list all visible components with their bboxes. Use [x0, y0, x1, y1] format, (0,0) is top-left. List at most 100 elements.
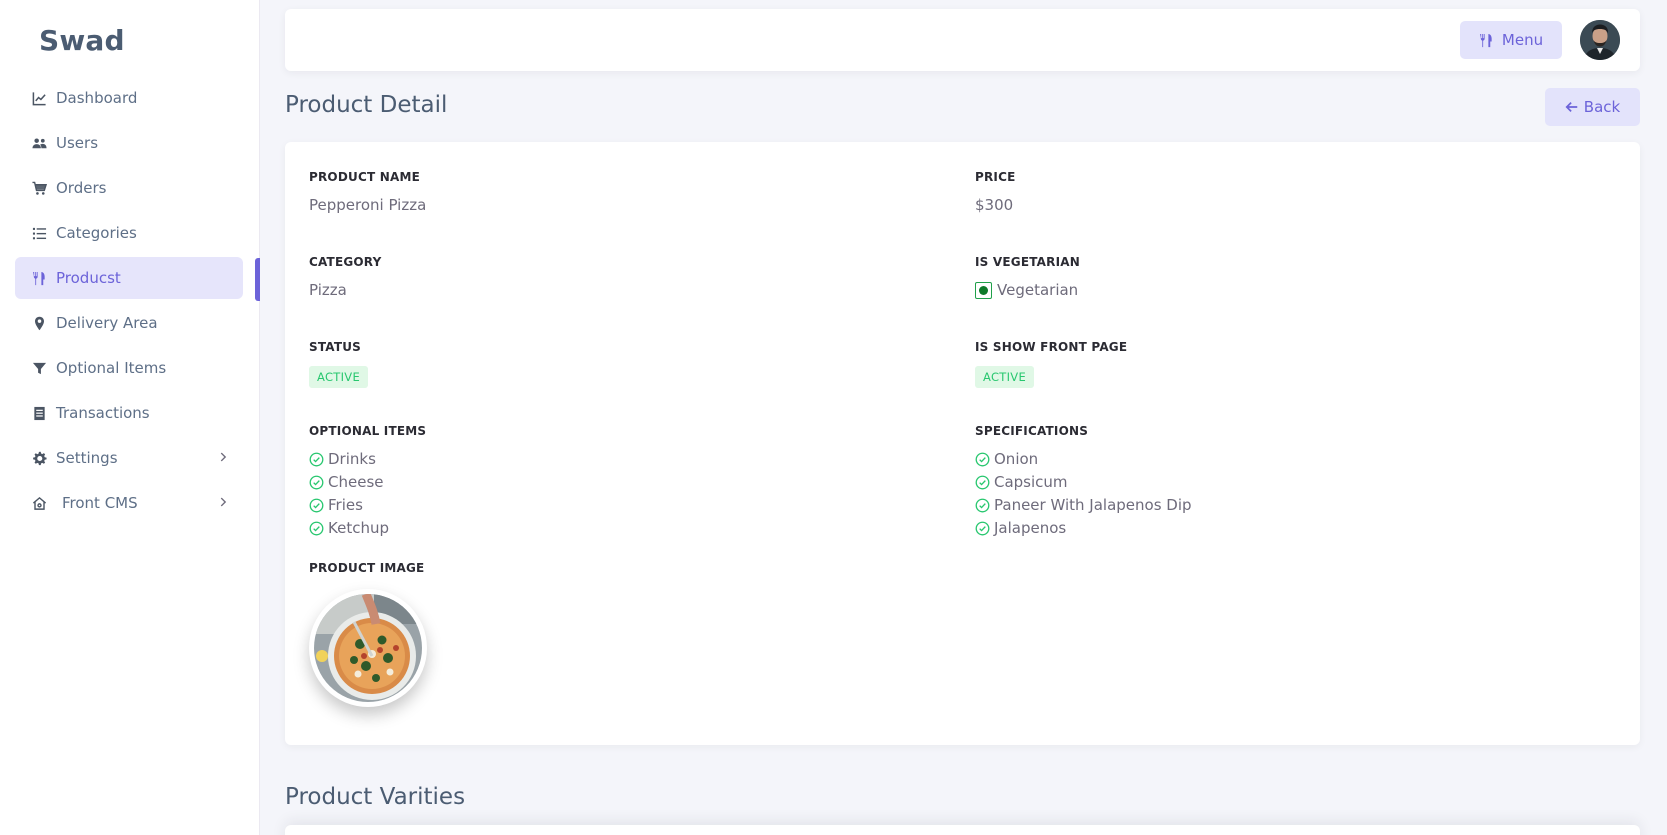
sidebar-item-label: Settings	[56, 449, 118, 467]
sidebar-item-transactions[interactable]: Transactions	[15, 392, 243, 434]
sidebar-item-label: Categories	[56, 224, 137, 242]
product-detail-card: PRODUCT NAME Pepperoni Pizza PRICE $300 …	[285, 142, 1640, 745]
specification-label: Capsicum	[994, 473, 1068, 491]
optional-item-label: Drinks	[328, 450, 376, 468]
list-item: Jalapenos	[975, 517, 1192, 540]
page-title: Product Detail	[285, 92, 448, 118]
optional-items-field: OPTIONAL ITEMS Drinks Cheese Fries Ketch…	[309, 424, 426, 540]
sidebar-item-front-cms[interactable]: Front CMS	[15, 482, 243, 524]
users-icon	[30, 134, 48, 152]
price-field: PRICE $300	[975, 170, 1016, 214]
avatar[interactable]	[1580, 20, 1620, 60]
avatar-image	[1580, 20, 1620, 60]
product-image[interactable]	[309, 589, 427, 707]
product-image-field: PRODUCT IMAGE	[309, 561, 427, 707]
utensils-icon	[1479, 33, 1492, 47]
specification-label: Jalapenos	[994, 519, 1067, 537]
price-value: $300	[975, 196, 1014, 214]
sidebar-item-delivery-area[interactable]: Delivery Area	[15, 302, 243, 344]
check-circle-icon	[975, 498, 990, 513]
field-label: PRODUCT NAME	[309, 170, 420, 184]
sidebar-item-label: Producst	[56, 269, 121, 287]
section-title: Product Varities	[285, 784, 466, 810]
optional-item-label: Ketchup	[328, 519, 389, 537]
optional-item-label: Cheese	[328, 473, 384, 491]
check-circle-icon	[309, 498, 324, 513]
specification-label: Paneer With Jalapenos Dip	[994, 496, 1192, 514]
list-item: Cheese	[309, 471, 426, 494]
optional-items-list: Drinks Cheese Fries Ketchup	[309, 448, 426, 540]
vegetarian-indicator: Vegetarian	[975, 281, 1080, 299]
field-label: PRICE	[975, 170, 1016, 184]
check-circle-icon	[975, 452, 990, 467]
check-circle-icon	[975, 521, 990, 536]
sidebar-item-users[interactable]: Users	[15, 122, 243, 164]
field-label: IS SHOW FRONT PAGE	[975, 340, 1128, 354]
sidebar-item-label: Front CMS	[62, 494, 138, 512]
map-pin-icon	[30, 314, 48, 332]
sidebar-item-orders[interactable]: Orders	[15, 167, 243, 209]
vegetarian-value: Vegetarian	[997, 281, 1079, 299]
sidebar-item-settings[interactable]: Settings	[15, 437, 243, 479]
sidebar-item-label: Users	[56, 134, 99, 152]
sidebar-item-optional-items[interactable]: Optional Items	[15, 347, 243, 389]
chevron-right-icon	[220, 452, 227, 462]
arrow-left-icon	[1565, 102, 1578, 112]
check-circle-icon	[309, 521, 324, 536]
optional-item-label: Fries	[328, 496, 363, 514]
cart-icon	[30, 179, 48, 197]
check-circle-icon	[975, 475, 990, 490]
list-item: Onion	[975, 448, 1192, 471]
sidebar: Swad Dashboard Users Orders Categories P…	[0, 0, 260, 835]
field-label: IS VEGETARIAN	[975, 255, 1080, 269]
list-item: Capsicum	[975, 471, 1192, 494]
back-button[interactable]: Back	[1545, 88, 1640, 126]
sidebar-item-label: Orders	[56, 179, 107, 197]
category-value: Pizza	[309, 281, 347, 299]
menu-button[interactable]: Menu	[1460, 21, 1562, 59]
sidebar-item-products[interactable]: Producst	[15, 257, 243, 299]
field-label: OPTIONAL ITEMS	[309, 424, 427, 438]
receipt-icon	[30, 404, 48, 422]
list-item: Drinks	[309, 448, 426, 471]
sidebar-item-label: Delivery Area	[56, 314, 158, 332]
top-navbar: Menu	[285, 9, 1640, 71]
sidebar-item-dashboard[interactable]: Dashboard	[15, 77, 243, 119]
list-item: Fries	[309, 494, 426, 517]
check-circle-icon	[309, 475, 324, 490]
check-circle-icon	[309, 452, 324, 467]
list-item: Ketchup	[309, 517, 426, 540]
front-page-badge: ACTIVE	[975, 366, 1035, 388]
status-field: STATUS ACTIVE	[309, 340, 369, 388]
pizza-image	[314, 594, 422, 702]
category-field: CATEGORY Pizza	[309, 255, 381, 299]
product-name-field: PRODUCT NAME Pepperoni Pizza	[309, 170, 426, 214]
list-icon	[30, 224, 48, 242]
sidebar-item-categories[interactable]: Categories	[15, 212, 243, 254]
back-button-label: Back	[1583, 98, 1621, 116]
product-name-value: Pepperoni Pizza	[309, 196, 427, 214]
veg-mark-icon	[975, 281, 992, 299]
sidebar-item-label: Transactions	[56, 404, 150, 422]
active-indicator	[255, 258, 260, 301]
gear-icon	[30, 449, 48, 467]
field-label: STATUS	[309, 340, 362, 354]
specifications-list: Onion Capsicum Paneer With Jalapenos Dip…	[975, 448, 1192, 540]
list-item: Paneer With Jalapenos Dip	[975, 494, 1192, 517]
brand-logo[interactable]: Swad	[39, 24, 125, 57]
chevron-right-icon	[220, 497, 227, 507]
filter-icon	[30, 359, 48, 377]
vegetarian-field: IS VEGETARIAN Vegetarian	[975, 255, 1080, 299]
sidebar-item-label: Optional Items	[56, 359, 167, 377]
home-icon	[30, 494, 48, 512]
field-label: PRODUCT IMAGE	[309, 561, 425, 575]
product-varieties-card	[285, 825, 1640, 835]
sidebar-item-label: Dashboard	[56, 89, 138, 107]
menu-button-label: Menu	[1501, 31, 1544, 49]
sidebar-nav: Dashboard Users Orders Categories Produc…	[15, 77, 243, 527]
chart-line-icon	[30, 89, 48, 107]
specification-label: Onion	[994, 450, 1039, 468]
field-label: SPECIFICATIONS	[975, 424, 1089, 438]
front-page-field: IS SHOW FRONT PAGE ACTIVE	[975, 340, 1127, 388]
field-label: CATEGORY	[309, 255, 382, 269]
